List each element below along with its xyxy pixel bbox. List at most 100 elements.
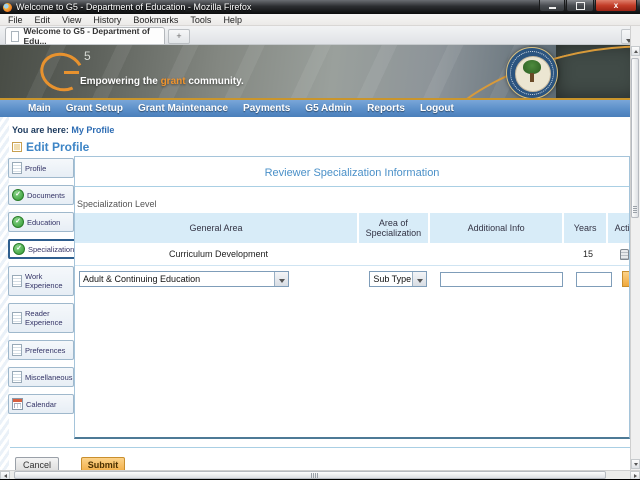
browser-window: Welcome to G5 - Department of Education … (0, 0, 640, 480)
cell-general-area: Curriculum Development (168, 249, 269, 259)
page-heading: Edit Profile (12, 140, 89, 154)
sidebar-item-label: Miscellaneous (25, 372, 73, 382)
menu-file[interactable]: File (2, 15, 29, 25)
document-icon (12, 162, 22, 174)
specialization-level-label: Specialization Level (77, 199, 157, 209)
arrow-left-icon (3, 473, 7, 478)
page-heading-text: Edit Profile (26, 140, 90, 154)
chevron-down-icon[interactable] (274, 272, 289, 286)
g5-logo-bar (64, 71, 79, 74)
content-title: Reviewer Specialization Information (264, 167, 440, 179)
browser-tab[interactable]: Welcome to G5 - Department of Edu... (5, 26, 165, 46)
add-button[interactable]: Add (622, 271, 629, 287)
arrow-right-icon (633, 473, 637, 478)
sidebar-item-documents[interactable]: ✓ Documents (8, 185, 74, 205)
add-specialization-form: Adult & Continuing Education Sub Type 2 … (75, 268, 629, 290)
page-body: You are here: My Profile Edit Profile Pr… (0, 117, 631, 470)
menu-view[interactable]: View (56, 15, 87, 25)
menu-history[interactable]: History (87, 15, 127, 25)
close-button[interactable]: x (595, 0, 637, 12)
general-area-select[interactable]: Adult & Continuing Education (79, 271, 290, 287)
document-icon (12, 312, 22, 324)
header-actions: Actions (607, 213, 629, 243)
title-divider (75, 186, 629, 187)
menu-tools[interactable]: Tools (184, 15, 217, 25)
nav-payments[interactable]: Payments (243, 103, 290, 114)
additional-info-input[interactable] (440, 271, 564, 287)
minimize-button[interactable] (539, 0, 565, 12)
footer-divider (10, 447, 630, 448)
check-icon: ✓ (13, 243, 25, 255)
sidebar-item-label: Work Experience (25, 272, 63, 290)
tab-strip: Welcome to G5 - Department of Edu... + (0, 26, 640, 46)
header-area-of-specialization: Area of Specialization (359, 213, 428, 243)
minimize-icon (548, 6, 556, 9)
footer-buttons: Cancel Submit (15, 457, 125, 470)
delete-icon[interactable] (619, 248, 629, 260)
nav-grant-setup[interactable]: Grant Setup (66, 103, 123, 114)
menu-edit[interactable]: Edit (29, 15, 57, 25)
menu-bar: File Edit View History Bookmarks Tools H… (0, 14, 640, 26)
nav-grant-maintenance[interactable]: Grant Maintenance (138, 103, 228, 114)
specialization-table: General Area Area of Specialization Addi… (75, 213, 629, 290)
scroll-down-button[interactable] (631, 459, 640, 469)
header-additional-info: Additional Info (429, 213, 563, 243)
nav-logout[interactable]: Logout (420, 103, 454, 114)
sidebar-item-reader-experience[interactable]: Reader Experience (8, 303, 74, 333)
sidebar-item-label: Calendar (26, 399, 57, 409)
vertical-scroll-thumb[interactable] (631, 58, 639, 218)
submit-button[interactable]: Submit (81, 457, 125, 470)
sidebar-item-miscellaneous[interactable]: Miscellaneous (8, 367, 74, 387)
sidebar-item-label: Profile (25, 163, 47, 173)
sub-type-select-value: Sub Type 2 (373, 274, 412, 284)
menu-bookmarks[interactable]: Bookmarks (127, 15, 184, 25)
sidebar-item-specialization[interactable]: ✓ Specialization (8, 239, 76, 259)
window-title: Welcome to G5 - Department of Education … (16, 2, 252, 12)
vertical-scrollbar[interactable] (630, 26, 640, 470)
sub-type-select[interactable]: Sub Type 2 (369, 271, 428, 287)
row-divider (75, 265, 629, 266)
tagline-pre: Empowering the (80, 76, 161, 87)
sidebar-item-education[interactable]: ✓ Education (8, 212, 74, 232)
breadcrumb-my-profile-link[interactable]: My Profile (71, 125, 114, 135)
scroll-up-button[interactable] (631, 46, 640, 56)
cell-additional-info (432, 243, 567, 265)
general-area-select-value: Adult & Continuing Education (83, 274, 201, 284)
tab-title: Welcome to G5 - Department of Edu... (23, 26, 150, 46)
sidebar-item-label: Education (27, 217, 61, 227)
page-icon (11, 30, 20, 42)
menu-help[interactable]: Help (217, 15, 248, 25)
breadcrumb-label: You are here: (12, 125, 72, 135)
scroll-grip (633, 206, 637, 213)
new-tab-button[interactable]: + (168, 29, 190, 44)
maximize-button[interactable] (566, 0, 594, 12)
sidebar-item-label: Documents (27, 190, 65, 200)
sidebar-item-calendar[interactable]: Calendar (8, 394, 74, 414)
horizontal-scroll-thumb[interactable] (14, 471, 606, 479)
document-icon (12, 275, 22, 287)
calendar-icon (12, 398, 23, 410)
seal-tree-icon (523, 60, 541, 74)
nav-reports[interactable]: Reports (367, 103, 405, 114)
nav-g5-admin[interactable]: G5 Admin (305, 103, 352, 114)
sidebar-item-preferences[interactable]: Preferences (8, 340, 74, 360)
years-input[interactable] (576, 271, 613, 287)
cell-years: 15 (582, 249, 593, 259)
section-bullet-icon (12, 142, 22, 152)
table-header-row: General Area Area of Specialization Addi… (75, 213, 629, 243)
g5-banner: 5 Empowering the grant community. (0, 45, 640, 98)
check-icon: ✓ (12, 189, 24, 201)
sidebar-item-profile[interactable]: Profile (8, 158, 74, 178)
header-years: Years (564, 213, 606, 243)
g5-logo: 5 (35, 47, 91, 97)
banner-tagline: Empowering the grant community. (80, 76, 244, 87)
arrow-down-icon (633, 462, 638, 466)
chevron-down-icon[interactable] (412, 272, 427, 286)
tagline-accent: grant (160, 76, 186, 87)
nav-main[interactable]: Main (28, 103, 51, 114)
sidebar-item-work-experience[interactable]: Work Experience (8, 266, 74, 296)
close-icon: x (613, 0, 619, 10)
maximize-icon (575, 1, 585, 10)
cancel-button[interactable]: Cancel (15, 457, 59, 470)
firefox-icon (3, 2, 12, 12)
